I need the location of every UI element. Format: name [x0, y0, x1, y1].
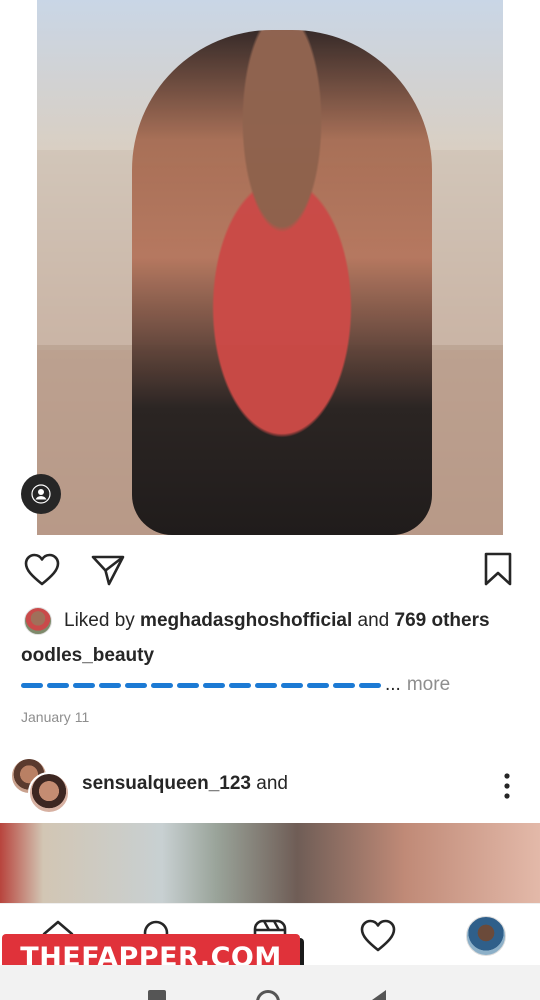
profile-avatar-image — [466, 916, 506, 956]
person-tag-icon[interactable] — [21, 474, 61, 514]
system-home-icon[interactable] — [256, 990, 280, 1000]
caption-dash — [21, 682, 43, 688]
caption-dash — [281, 682, 303, 688]
next-post-username[interactable]: sensualqueen_123 — [82, 773, 251, 794]
post-photo[interactable] — [37, 0, 503, 535]
caption-ellipsis: ... — [385, 674, 401, 695]
back-icon[interactable] — [372, 990, 386, 1000]
paper-plane-icon[interactable] — [88, 550, 128, 590]
photo-subject — [132, 30, 432, 535]
heart-icon[interactable] — [356, 914, 400, 958]
caption-dash — [359, 682, 381, 688]
kebab-icon[interactable] — [494, 770, 520, 802]
recents-icon[interactable] — [148, 990, 166, 1000]
more-link[interactable]: more — [407, 674, 450, 696]
caption-dash — [333, 682, 355, 688]
caption-emoji-dashes — [21, 682, 381, 688]
bookmark-icon[interactable] — [478, 549, 518, 589]
caption-dash — [151, 682, 173, 688]
caption-dash — [73, 682, 95, 688]
caption-dash — [255, 682, 277, 688]
caption-dash — [125, 682, 147, 688]
heart-outline-icon[interactable] — [22, 550, 62, 590]
caption-dash — [203, 682, 225, 688]
profile-avatar[interactable] — [464, 914, 508, 958]
likes-row: Liked by meghadasghoshofficial and 769 o… — [24, 606, 490, 636]
likes-middle: and — [352, 610, 395, 631]
caption-username[interactable]: oodles_beauty — [21, 645, 154, 667]
collab-avatar-front[interactable] — [28, 772, 70, 814]
caption-line[interactable]: ... more — [21, 672, 521, 698]
likes-summary[interactable]: Liked by meghadasghoshofficial and 769 o… — [64, 610, 490, 632]
system-nav-bar — [0, 965, 540, 1000]
likes-prefix: Liked by — [64, 610, 141, 631]
next-post-header: sensualqueen_123 and — [0, 752, 540, 816]
post-date: January 11 — [21, 709, 90, 725]
caption-dash — [229, 682, 251, 688]
next-post-suffix: and — [250, 773, 288, 794]
caption-dash — [307, 682, 329, 688]
likes-count[interactable]: 769 others — [395, 610, 490, 631]
caption-dash — [47, 682, 69, 688]
caption-dash — [177, 682, 199, 688]
next-post-photo[interactable] — [0, 823, 540, 903]
liker-avatar[interactable] — [24, 607, 52, 635]
liker-username[interactable]: meghadasghoshofficial — [140, 610, 352, 631]
caption-dash — [99, 682, 121, 688]
next-post-author[interactable]: sensualqueen_123 and — [82, 773, 288, 795]
